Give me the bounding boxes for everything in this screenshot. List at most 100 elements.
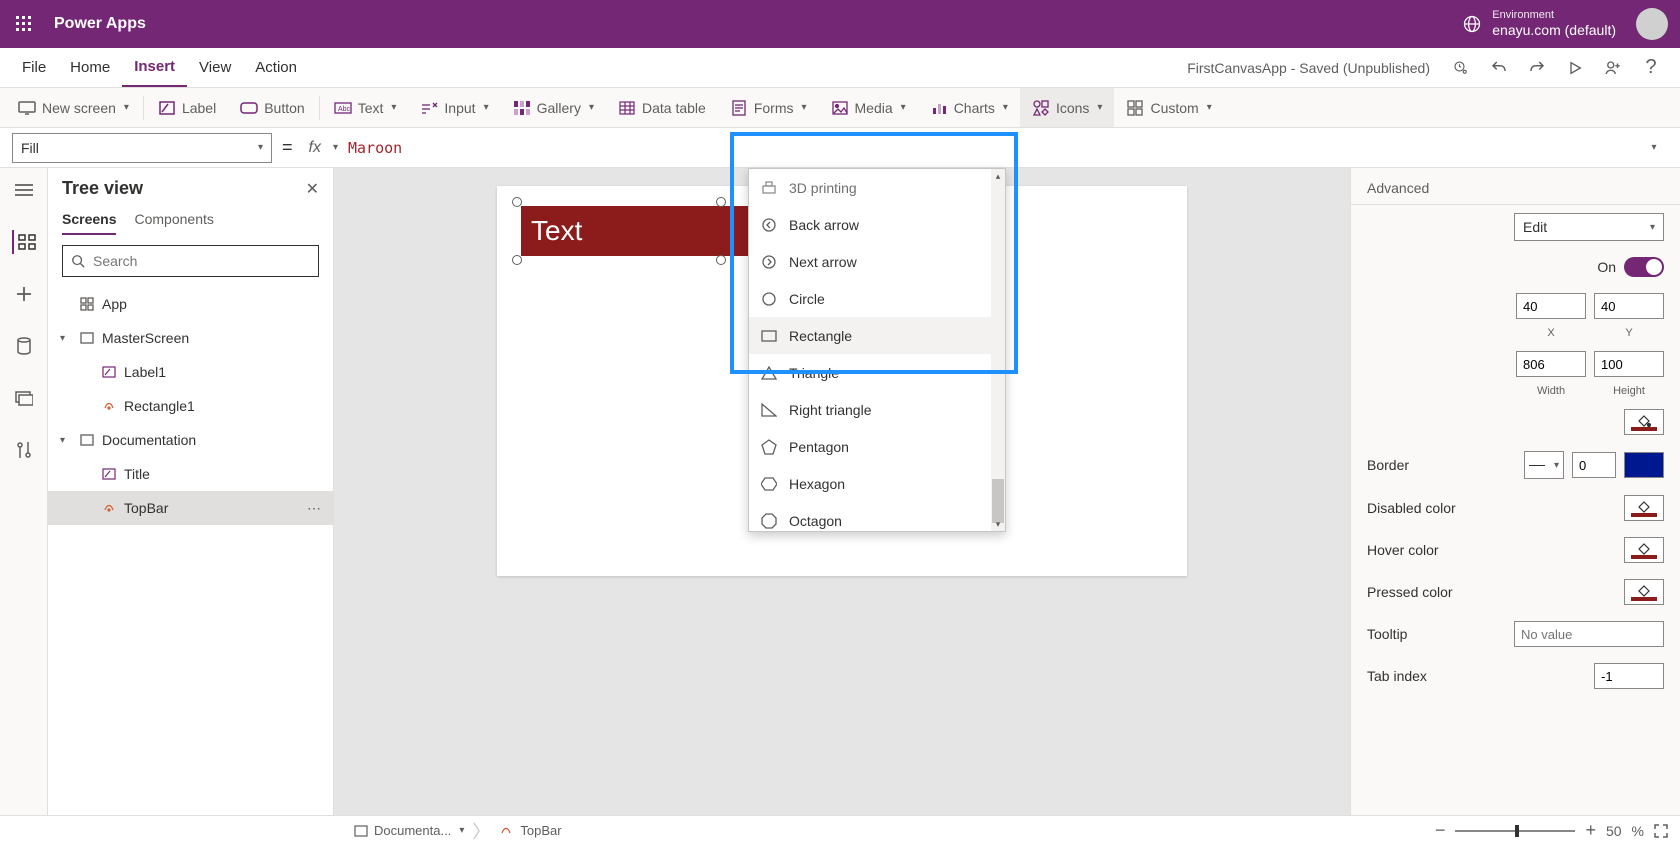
tree-item-title[interactable]: Title [48, 457, 333, 491]
pos-x-input[interactable] [1516, 293, 1586, 319]
zoom-slider-thumb[interactable] [1515, 825, 1519, 837]
disabled-color-swatch[interactable] [1624, 495, 1664, 521]
tab-components[interactable]: Components [134, 205, 213, 235]
zoom-out-icon[interactable]: − [1435, 820, 1446, 841]
menu-action[interactable]: Action [243, 48, 309, 87]
ribbon-button[interactable]: Button [228, 88, 316, 127]
label-item-icon [100, 465, 118, 483]
tree-item-app[interactable]: App [48, 287, 333, 321]
menu-file[interactable]: File [10, 48, 58, 87]
environment-info[interactable]: Environment enayu.com (default) [1492, 9, 1616, 39]
icon-option-pentagon[interactable]: Pentagon [749, 428, 1005, 465]
app-checker-icon[interactable] [1442, 48, 1480, 87]
fullscreen-icon[interactable] [1654, 824, 1668, 838]
breadcrumb-element[interactable]: TopBar [490, 823, 569, 838]
icon-option-hexagon[interactable]: Hexagon [749, 465, 1005, 502]
ribbon-input[interactable]: Input▾ [408, 88, 500, 127]
close-icon[interactable]: ✕ [306, 179, 319, 199]
width-input[interactable] [1516, 351, 1586, 377]
handle-sw[interactable] [512, 255, 522, 265]
icon-option-octagon[interactable]: Octagon [749, 502, 1005, 532]
triangle-icon [761, 366, 777, 380]
ribbon-icons[interactable]: Icons▾ [1020, 88, 1115, 127]
ribbon-label[interactable]: Label [146, 88, 228, 127]
zoom-in-icon[interactable]: + [1585, 820, 1596, 841]
tree-item-rectangle1[interactable]: Rectangle1 [48, 389, 333, 423]
ribbon-label-text: Label [182, 100, 216, 116]
avatar[interactable] [1636, 8, 1668, 40]
waffle-icon[interactable] [12, 12, 36, 36]
scroll-up-icon[interactable]: ▴ [991, 169, 1005, 183]
expand-formula-icon[interactable]: ▾ [1638, 142, 1668, 153]
visible-label: On [1597, 259, 1616, 275]
tabindex-input[interactable] [1594, 663, 1664, 689]
more-icon[interactable]: ⋯ [307, 500, 321, 517]
pressed-color-swatch[interactable] [1624, 579, 1664, 605]
menu-home[interactable]: Home [58, 48, 122, 87]
fill-swatch[interactable] [1624, 409, 1664, 435]
tab-advanced[interactable]: Advanced [1367, 180, 1429, 204]
height-input[interactable] [1594, 351, 1664, 377]
border-color-swatch[interactable] [1624, 452, 1664, 478]
environment-value: enayu.com (default) [1492, 22, 1616, 39]
undo-icon[interactable] [1480, 48, 1518, 87]
tree-view-icon[interactable] [12, 230, 36, 254]
icons-icon [1032, 99, 1050, 117]
redo-icon[interactable] [1518, 48, 1556, 87]
play-icon[interactable] [1556, 48, 1594, 87]
tabindex-label: Tab index [1367, 668, 1586, 684]
tools-icon[interactable] [12, 438, 36, 462]
icon-option-circle[interactable]: Circle [749, 280, 1005, 317]
canvas-area[interactable]: Text 3D printing Back arrow Next arrow C… [334, 168, 1350, 815]
menubar: File Home Insert View Action FirstCanvas… [0, 48, 1680, 88]
icon-option-back-arrow[interactable]: Back arrow [749, 206, 1005, 243]
pos-y-input[interactable] [1594, 293, 1664, 319]
hover-color-swatch[interactable] [1624, 537, 1664, 563]
breadcrumb-screen[interactable]: Documenta...▾ [346, 823, 472, 838]
scroll-down-icon[interactable]: ▾ [991, 517, 1005, 531]
tree-item-master-screen[interactable]: ▾MasterScreen [48, 321, 333, 355]
tree-item-label1[interactable]: Label1 [48, 355, 333, 389]
share-icon[interactable] [1594, 48, 1632, 87]
media-rail-icon[interactable] [12, 386, 36, 410]
border-style-select[interactable]: ▾ [1524, 451, 1564, 479]
tooltip-input[interactable] [1514, 621, 1664, 647]
data-icon[interactable] [12, 334, 36, 358]
help-icon[interactable]: ? [1632, 48, 1670, 87]
icon-option-right-triangle[interactable]: Right triangle [749, 391, 1005, 428]
ribbon-forms[interactable]: Forms▾ [718, 88, 819, 127]
ribbon-charts-label: Charts [954, 100, 995, 116]
tree-search[interactable] [62, 245, 319, 277]
zoom-slider[interactable] [1455, 830, 1575, 832]
ribbon-media[interactable]: Media▾ [819, 88, 918, 127]
border-width-input[interactable] [1572, 452, 1616, 478]
ribbon-data-table[interactable]: Data table [606, 88, 718, 127]
handle-s[interactable] [716, 255, 726, 265]
ribbon-text[interactable]: AbcText▾ [322, 88, 409, 127]
tree-view-panel: Tree view ✕ Screens Components App ▾Mast… [48, 168, 334, 815]
menu-view[interactable]: View [187, 48, 243, 87]
visible-toggle[interactable] [1624, 257, 1664, 277]
menu-insert[interactable]: Insert [122, 48, 187, 87]
tree-item-topbar[interactable]: TopBar⋯ [48, 491, 333, 525]
text-icon: Abc [334, 99, 352, 117]
ribbon-charts[interactable]: Charts▾ [918, 88, 1020, 127]
ribbon-custom[interactable]: Custom▾ [1114, 88, 1223, 127]
tree-search-input[interactable] [93, 253, 310, 269]
tab-screens[interactable]: Screens [62, 205, 116, 235]
ribbon-new-screen[interactable]: New screen▾ [6, 88, 141, 127]
icon-option-triangle[interactable]: Triangle [749, 354, 1005, 391]
dropdown-scrollbar[interactable] [991, 169, 1005, 531]
icon-option-next-arrow[interactable]: Next arrow [749, 243, 1005, 280]
display-mode-select[interactable]: Edit▾ [1514, 213, 1664, 241]
ribbon-gallery[interactable]: Gallery▾ [501, 88, 606, 127]
formula-input[interactable] [348, 133, 1628, 163]
icon-option-3d-printing[interactable]: 3D printing [749, 169, 1005, 206]
border-label: Border [1367, 457, 1516, 473]
formula-bar: Fill▾ = fx▾ ▾ [0, 128, 1680, 168]
hamburger-icon[interactable] [12, 178, 36, 202]
property-selector[interactable]: Fill▾ [12, 133, 272, 163]
tree-item-documentation[interactable]: ▾Documentation [48, 423, 333, 457]
icon-option-rectangle[interactable]: Rectangle [749, 317, 1005, 354]
add-icon[interactable] [12, 282, 36, 306]
